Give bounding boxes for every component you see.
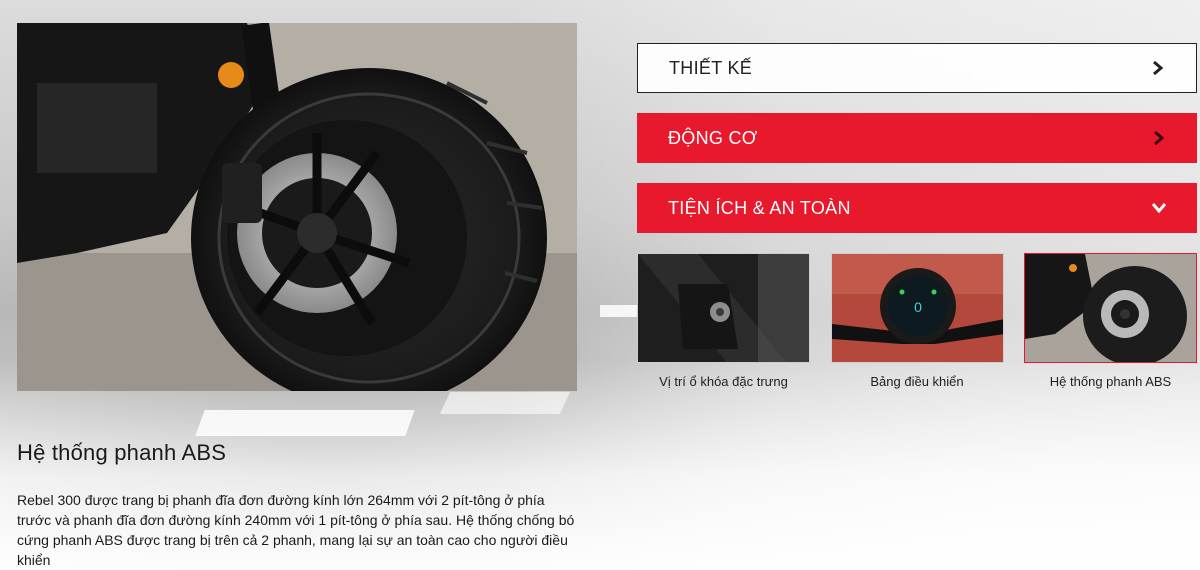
feature-description: Rebel 300 được trang bị phanh đĩa đơn đư… bbox=[17, 492, 575, 568]
dashboard-photo: 0 bbox=[831, 254, 1003, 362]
chevron-right-icon bbox=[1150, 60, 1166, 76]
thumbnail-image: 0 bbox=[830, 253, 1004, 363]
svg-text:0: 0 bbox=[914, 299, 922, 315]
thumbnail-gallery: Vị trí ổ khóa đặc trưng 0 Bảng điều khiể… bbox=[637, 253, 1197, 389]
thumbnail-caption: Vị trí ổ khóa đặc trưng bbox=[659, 374, 788, 389]
accordion-item-engine[interactable]: ĐỘNG CƠ bbox=[637, 113, 1197, 163]
accordion-item-label: THIẾT KẾ bbox=[669, 57, 753, 78]
feature-accordion: THIẾT KẾ ĐỘNG CƠ TIỆN ÍCH & AN TOÀN bbox=[637, 43, 1197, 253]
feature-title: Hệ thống phanh ABS bbox=[17, 440, 227, 465]
thumbnail-image bbox=[637, 253, 810, 363]
thumbnail-abs-brake[interactable]: Hệ thống phanh ABS bbox=[1024, 253, 1197, 389]
chevron-right-icon bbox=[1151, 130, 1167, 146]
abs-brake-photo bbox=[17, 23, 577, 391]
thumbnail-ignition-lock[interactable]: Vị trí ổ khóa đặc trưng bbox=[637, 253, 810, 389]
ignition-lock-photo bbox=[638, 254, 809, 362]
thumbnail-image bbox=[1024, 253, 1197, 363]
accordion-item-label: ĐỘNG CƠ bbox=[668, 127, 758, 148]
accordion-item-design[interactable]: THIẾT KẾ bbox=[637, 43, 1197, 93]
thumbnail-caption: Bảng điều khiển bbox=[870, 374, 964, 389]
thumbnail-dashboard[interactable]: 0 Bảng điều khiển bbox=[830, 253, 1004, 389]
thumbnail-caption: Hệ thống phanh ABS bbox=[1049, 374, 1172, 389]
accordion-item-label: TIỆN ÍCH & AN TOÀN bbox=[668, 197, 851, 218]
chevron-down-icon bbox=[1151, 200, 1167, 216]
abs-brake-photo bbox=[1025, 254, 1196, 362]
accordion-item-utility-safety[interactable]: TIỆN ÍCH & AN TOÀN bbox=[637, 183, 1197, 233]
main-feature-photo bbox=[17, 23, 577, 391]
